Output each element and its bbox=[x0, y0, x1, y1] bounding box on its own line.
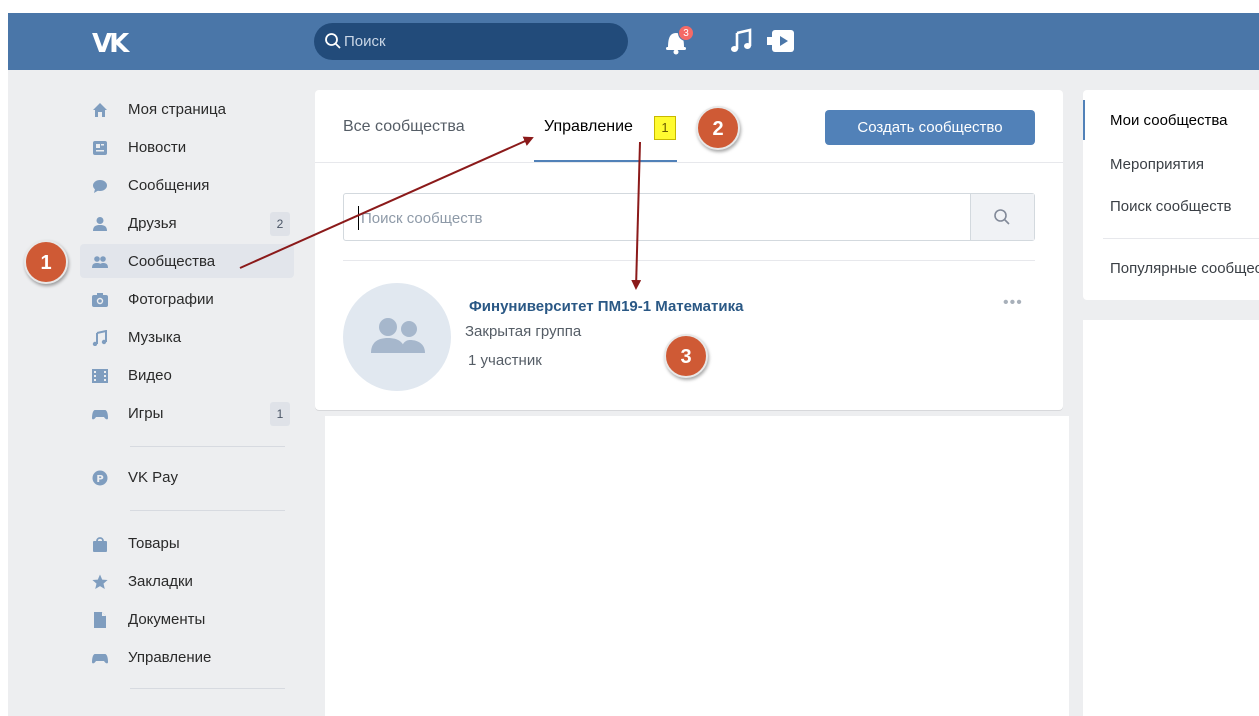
global-search[interactable] bbox=[314, 23, 628, 60]
music-icon bbox=[92, 330, 107, 346]
group-users-icon bbox=[371, 318, 425, 353]
sidebar-item-music[interactable]: Музыка bbox=[80, 320, 294, 354]
sidebar-item-communities[interactable]: Сообщества bbox=[80, 244, 294, 278]
sidebar-item-news[interactable]: Новости bbox=[80, 130, 294, 164]
right-menu-events[interactable]: Мероприятия bbox=[1110, 156, 1204, 173]
video-icon bbox=[92, 369, 108, 383]
svg-text:P: P bbox=[96, 474, 103, 485]
group-name-link[interactable]: Финуниверситет ПМ19-1 Математика bbox=[469, 298, 743, 315]
right-menu-divider bbox=[1103, 238, 1259, 239]
sidebar-divider bbox=[130, 446, 285, 447]
sidebar-divider bbox=[130, 510, 285, 511]
sidebar-item-photos[interactable]: Фотографии bbox=[80, 282, 294, 316]
sidebar-item-friends[interactable]: Друзья 2 bbox=[80, 206, 294, 240]
annotation-marker-2: 2 bbox=[696, 106, 740, 150]
tab-all-communities[interactable]: Все сообщества bbox=[343, 118, 465, 136]
active-menu-indicator bbox=[1083, 100, 1085, 140]
sidebar-item-label: Новости bbox=[128, 139, 187, 156]
games-count-badge: 1 bbox=[270, 402, 290, 426]
sidebar-item-label: Друзья bbox=[128, 215, 177, 232]
communities-panel-lower bbox=[325, 416, 1069, 716]
right-menu-search-communities[interactable]: Поиск сообществ bbox=[1110, 198, 1232, 215]
music-icon[interactable] bbox=[730, 28, 754, 54]
sidebar-item-label: Фотографии bbox=[128, 291, 214, 308]
group-members-count: 1 участник bbox=[468, 352, 542, 369]
notification-badge: 3 bbox=[678, 25, 694, 41]
right-panel-lower bbox=[1083, 320, 1259, 716]
gamepad-icon bbox=[92, 654, 108, 664]
community-search-input[interactable] bbox=[358, 206, 958, 230]
sidebar-item-label: Музыка bbox=[128, 329, 182, 346]
sidebar-item-video[interactable]: Видео bbox=[80, 358, 294, 392]
sidebar-item-games[interactable]: Игры 1 bbox=[80, 396, 294, 430]
divider bbox=[343, 260, 1035, 261]
global-search-input[interactable] bbox=[344, 31, 604, 51]
sidebar-item-label: Закладки bbox=[128, 573, 193, 590]
sidebar-item-documents[interactable]: Документы bbox=[80, 602, 294, 636]
gamepad-icon bbox=[92, 410, 108, 420]
sidebar-item-label: Игры bbox=[128, 405, 164, 422]
video-player-icon[interactable] bbox=[766, 29, 796, 53]
annotation-marker-1: 1 bbox=[24, 240, 68, 284]
sidebar-item-messages[interactable]: Сообщения bbox=[80, 168, 294, 202]
sidebar-item-label: Сообщения bbox=[128, 177, 210, 194]
friends-count-badge: 2 bbox=[270, 212, 290, 236]
sidebar-item-label: Моя страница bbox=[128, 101, 226, 118]
sidebar-item-manage[interactable]: Управление bbox=[80, 640, 294, 674]
active-tab-indicator bbox=[534, 160, 677, 162]
community-search-box bbox=[343, 193, 1035, 241]
right-menu: Мои сообщества Мероприятия Поиск сообщес… bbox=[1083, 90, 1259, 300]
star-icon bbox=[92, 574, 108, 589]
search-icon bbox=[994, 209, 1010, 225]
top-header: VK 3 bbox=[8, 13, 1259, 70]
sidebar-item-label: Видео bbox=[128, 367, 172, 384]
group-actions-menu[interactable]: ••• bbox=[1003, 294, 1023, 312]
sidebar-item-label: Товары bbox=[128, 535, 180, 552]
news-icon bbox=[93, 141, 107, 155]
create-community-button[interactable]: Создать сообщество bbox=[825, 110, 1035, 145]
friends-icon bbox=[93, 217, 107, 231]
sidebar-item-label: VK Pay bbox=[128, 469, 179, 486]
tabs-bar: Все сообщества Управление 1 Создать сооб… bbox=[315, 90, 1063, 163]
camera-icon bbox=[92, 293, 108, 307]
sidebar-item-my-page[interactable]: Моя страница bbox=[80, 92, 294, 126]
tab-manage[interactable]: Управление bbox=[544, 118, 633, 136]
home-icon bbox=[93, 103, 107, 117]
sidebar-item-label: Сообщества bbox=[128, 253, 216, 270]
document-icon bbox=[94, 612, 106, 628]
annotation-marker-3: 3 bbox=[664, 334, 708, 378]
search-icon bbox=[325, 33, 341, 49]
sidebar-item-bookmarks[interactable]: Закладки bbox=[80, 564, 294, 598]
sidebar-item-label: Документы bbox=[128, 611, 206, 628]
vk-logo[interactable]: VK bbox=[92, 29, 129, 59]
bag-icon bbox=[93, 537, 107, 552]
group-avatar[interactable] bbox=[343, 283, 451, 391]
vkpay-icon: P bbox=[92, 470, 108, 486]
sidebar-item-goods[interactable]: Товары bbox=[80, 526, 294, 560]
communities-icon bbox=[92, 256, 108, 268]
community-search-button[interactable] bbox=[970, 194, 1034, 240]
group-type: Закрытая группа bbox=[465, 323, 582, 340]
right-menu-my-communities[interactable]: Мои сообщества bbox=[1110, 112, 1228, 129]
tab-manage-count-badge: 1 bbox=[654, 116, 676, 140]
messages-icon bbox=[93, 180, 107, 193]
right-menu-popular[interactable]: Популярные сообщества bbox=[1110, 260, 1259, 277]
sidebar-item-vk-pay[interactable]: P VK Pay bbox=[80, 460, 294, 494]
sidebar-divider bbox=[130, 688, 285, 689]
sidebar-item-label: Управление bbox=[128, 649, 212, 666]
